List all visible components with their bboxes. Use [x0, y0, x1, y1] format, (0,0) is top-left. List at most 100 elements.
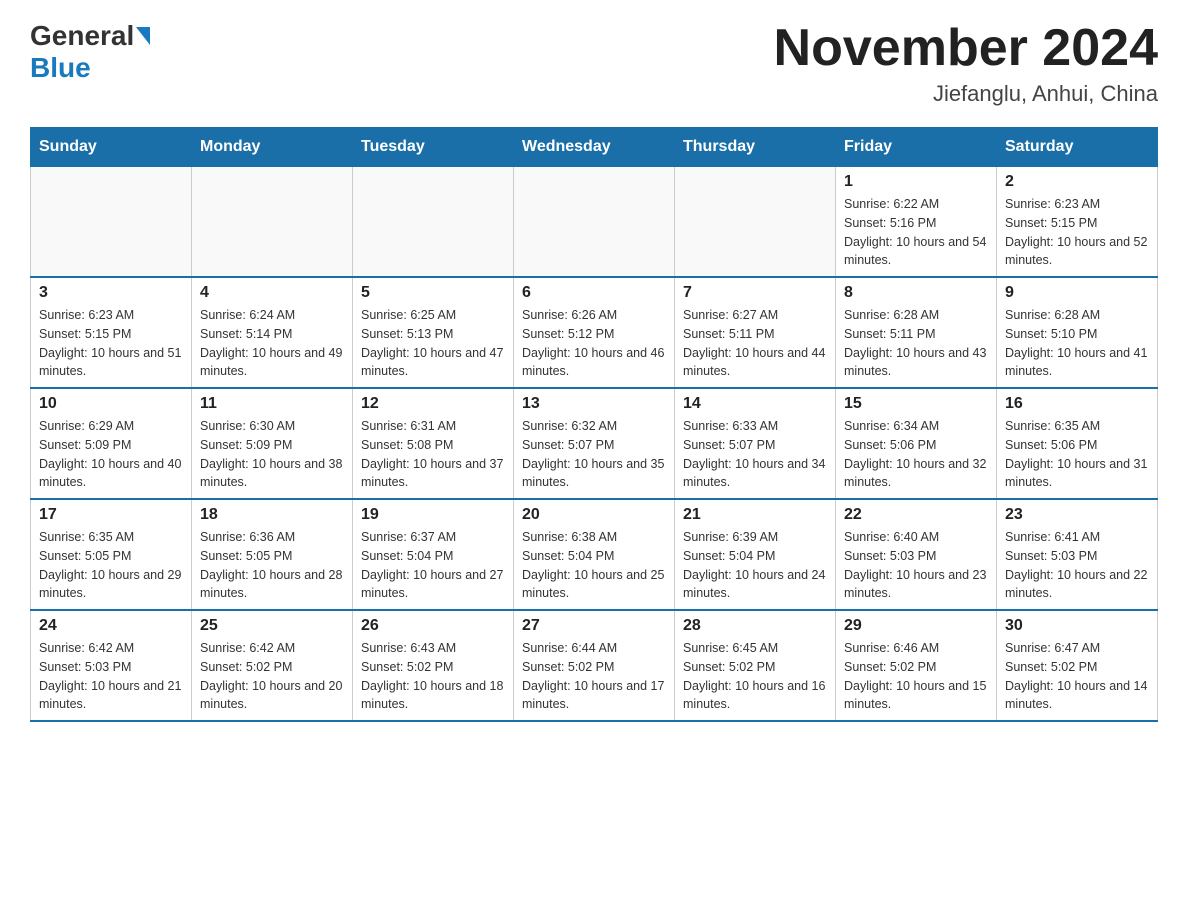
calendar-cell	[192, 167, 353, 278]
calendar-cell: 30 Sunrise: 6:47 AMSunset: 5:02 PMDayligh…	[997, 610, 1158, 721]
calendar-week-3: 10 Sunrise: 6:29 AMSunset: 5:09 PMDayligh…	[31, 388, 1158, 499]
day-info: Sunrise: 6:30 AMSunset: 5:09 PMDaylight:…	[200, 417, 344, 492]
day-number: 27	[522, 617, 666, 635]
day-number: 4	[200, 284, 344, 302]
day-info: Sunrise: 6:32 AMSunset: 5:07 PMDaylight:…	[522, 417, 666, 492]
day-info: Sunrise: 6:25 AMSunset: 5:13 PMDaylight:…	[361, 306, 505, 381]
day-info: Sunrise: 6:24 AMSunset: 5:14 PMDaylight:…	[200, 306, 344, 381]
day-info: Sunrise: 6:28 AMSunset: 5:11 PMDaylight:…	[844, 306, 988, 381]
day-number: 23	[1005, 506, 1149, 524]
day-number: 15	[844, 395, 988, 413]
calendar-cell	[31, 167, 192, 278]
day-info: Sunrise: 6:23 AMSunset: 5:15 PMDaylight:…	[39, 306, 183, 381]
calendar-body: 1 Sunrise: 6:22 AMSunset: 5:16 PMDaylight…	[31, 167, 1158, 722]
calendar-cell: 26 Sunrise: 6:43 AMSunset: 5:02 PMDayligh…	[353, 610, 514, 721]
logo-general-text: General	[30, 20, 134, 52]
day-of-week-wednesday: Wednesday	[514, 128, 675, 167]
logo: General Blue	[30, 20, 152, 84]
day-info: Sunrise: 6:37 AMSunset: 5:04 PMDaylight:…	[361, 528, 505, 603]
day-of-week-sunday: Sunday	[31, 128, 192, 167]
day-number: 24	[39, 617, 183, 635]
day-number: 22	[844, 506, 988, 524]
day-info: Sunrise: 6:39 AMSunset: 5:04 PMDaylight:…	[683, 528, 827, 603]
day-number: 25	[200, 617, 344, 635]
day-info: Sunrise: 6:29 AMSunset: 5:09 PMDaylight:…	[39, 417, 183, 492]
day-info: Sunrise: 6:44 AMSunset: 5:02 PMDaylight:…	[522, 639, 666, 714]
day-info: Sunrise: 6:38 AMSunset: 5:04 PMDaylight:…	[522, 528, 666, 603]
calendar-cell: 13Sunrise: 6:32 AMSunset: 5:07 PMDayligh…	[514, 388, 675, 499]
location: Jiefanglu, Anhui, China	[774, 81, 1158, 107]
calendar-cell: 12 Sunrise: 6:31 AMSunset: 5:08 PMDayligh…	[353, 388, 514, 499]
day-info: Sunrise: 6:43 AMSunset: 5:02 PMDaylight:…	[361, 639, 505, 714]
day-number: 12	[361, 395, 505, 413]
calendar-week-2: 3Sunrise: 6:23 AMSunset: 5:15 PMDaylight…	[31, 277, 1158, 388]
day-info: Sunrise: 6:27 AMSunset: 5:11 PMDaylight:…	[683, 306, 827, 381]
day-number: 7	[683, 284, 827, 302]
day-info: Sunrise: 6:34 AMSunset: 5:06 PMDaylight:…	[844, 417, 988, 492]
calendar-cell: 27 Sunrise: 6:44 AMSunset: 5:02 PMDayligh…	[514, 610, 675, 721]
logo-triangle-icon	[136, 27, 150, 45]
day-info: Sunrise: 6:45 AMSunset: 5:02 PMDaylight:…	[683, 639, 827, 714]
day-number: 1	[844, 173, 988, 191]
day-number: 30	[1005, 617, 1149, 635]
calendar-table: SundayMondayTuesdayWednesdayThursdayFrid…	[30, 127, 1158, 722]
calendar-cell: 15 Sunrise: 6:34 AMSunset: 5:06 PMDayligh…	[836, 388, 997, 499]
day-number: 2	[1005, 173, 1149, 191]
calendar-cell	[675, 167, 836, 278]
calendar-cell: 4 Sunrise: 6:24 AMSunset: 5:14 PMDaylight…	[192, 277, 353, 388]
calendar-header: SundayMondayTuesdayWednesdayThursdayFrid…	[31, 128, 1158, 167]
day-info: Sunrise: 6:22 AMSunset: 5:16 PMDaylight:…	[844, 195, 988, 270]
calendar-cell: 1 Sunrise: 6:22 AMSunset: 5:16 PMDaylight…	[836, 167, 997, 278]
day-number: 10	[39, 395, 183, 413]
day-info: Sunrise: 6:33 AMSunset: 5:07 PMDaylight:…	[683, 417, 827, 492]
day-number: 26	[361, 617, 505, 635]
day-number: 18	[200, 506, 344, 524]
calendar-cell: 22 Sunrise: 6:40 AMSunset: 5:03 PMDayligh…	[836, 499, 997, 610]
day-number: 5	[361, 284, 505, 302]
day-info: Sunrise: 6:23 AMSunset: 5:15 PMDaylight:…	[1005, 195, 1149, 270]
calendar-cell: 6Sunrise: 6:26 AMSunset: 5:12 PMDaylight…	[514, 277, 675, 388]
day-number: 11	[200, 395, 344, 413]
day-info: Sunrise: 6:31 AMSunset: 5:08 PMDaylight:…	[361, 417, 505, 492]
day-of-week-thursday: Thursday	[675, 128, 836, 167]
day-info: Sunrise: 6:40 AMSunset: 5:03 PMDaylight:…	[844, 528, 988, 603]
calendar-cell: 24 Sunrise: 6:42 AMSunset: 5:03 PMDayligh…	[31, 610, 192, 721]
day-of-week-monday: Monday	[192, 128, 353, 167]
day-number: 20	[522, 506, 666, 524]
calendar-cell: 7 Sunrise: 6:27 AMSunset: 5:11 PMDaylight…	[675, 277, 836, 388]
calendar-cell: 23Sunrise: 6:41 AMSunset: 5:03 PMDayligh…	[997, 499, 1158, 610]
day-number: 14	[683, 395, 827, 413]
day-info: Sunrise: 6:36 AMSunset: 5:05 PMDaylight:…	[200, 528, 344, 603]
day-info: Sunrise: 6:42 AMSunset: 5:03 PMDaylight:…	[39, 639, 183, 714]
day-info: Sunrise: 6:28 AMSunset: 5:10 PMDaylight:…	[1005, 306, 1149, 381]
day-number: 29	[844, 617, 988, 635]
calendar-cell: 16Sunrise: 6:35 AMSunset: 5:06 PMDayligh…	[997, 388, 1158, 499]
calendar-cell: 11 Sunrise: 6:30 AMSunset: 5:09 PMDayligh…	[192, 388, 353, 499]
calendar-cell: 2 Sunrise: 6:23 AMSunset: 5:15 PMDaylight…	[997, 167, 1158, 278]
calendar-cell: 14 Sunrise: 6:33 AMSunset: 5:07 PMDayligh…	[675, 388, 836, 499]
day-info: Sunrise: 6:26 AMSunset: 5:12 PMDaylight:…	[522, 306, 666, 381]
day-of-week-friday: Friday	[836, 128, 997, 167]
calendar-cell	[514, 167, 675, 278]
calendar-cell: 10 Sunrise: 6:29 AMSunset: 5:09 PMDayligh…	[31, 388, 192, 499]
calendar-cell: 17Sunrise: 6:35 AMSunset: 5:05 PMDayligh…	[31, 499, 192, 610]
day-info: Sunrise: 6:47 AMSunset: 5:02 PMDaylight:…	[1005, 639, 1149, 714]
day-number: 28	[683, 617, 827, 635]
day-info: Sunrise: 6:46 AMSunset: 5:02 PMDaylight:…	[844, 639, 988, 714]
logo-blue-text: Blue	[30, 52, 91, 83]
calendar-cell: 21 Sunrise: 6:39 AMSunset: 5:04 PMDayligh…	[675, 499, 836, 610]
calendar-cell: 3Sunrise: 6:23 AMSunset: 5:15 PMDaylight…	[31, 277, 192, 388]
calendar-cell	[353, 167, 514, 278]
calendar-week-1: 1 Sunrise: 6:22 AMSunset: 5:16 PMDaylight…	[31, 167, 1158, 278]
calendar-cell: 25Sunrise: 6:42 AMSunset: 5:02 PMDayligh…	[192, 610, 353, 721]
header-right: November 2024 Jiefanglu, Anhui, China	[774, 20, 1158, 107]
calendar-week-4: 17Sunrise: 6:35 AMSunset: 5:05 PMDayligh…	[31, 499, 1158, 610]
calendar-cell: 8Sunrise: 6:28 AMSunset: 5:11 PMDaylight…	[836, 277, 997, 388]
calendar-cell: 28 Sunrise: 6:45 AMSunset: 5:02 PMDayligh…	[675, 610, 836, 721]
day-of-week-tuesday: Tuesday	[353, 128, 514, 167]
calendar-cell: 29 Sunrise: 6:46 AMSunset: 5:02 PMDayligh…	[836, 610, 997, 721]
day-number: 21	[683, 506, 827, 524]
calendar-week-5: 24 Sunrise: 6:42 AMSunset: 5:03 PMDayligh…	[31, 610, 1158, 721]
calendar-cell: 5 Sunrise: 6:25 AMSunset: 5:13 PMDaylight…	[353, 277, 514, 388]
calendar-cell: 19Sunrise: 6:37 AMSunset: 5:04 PMDayligh…	[353, 499, 514, 610]
